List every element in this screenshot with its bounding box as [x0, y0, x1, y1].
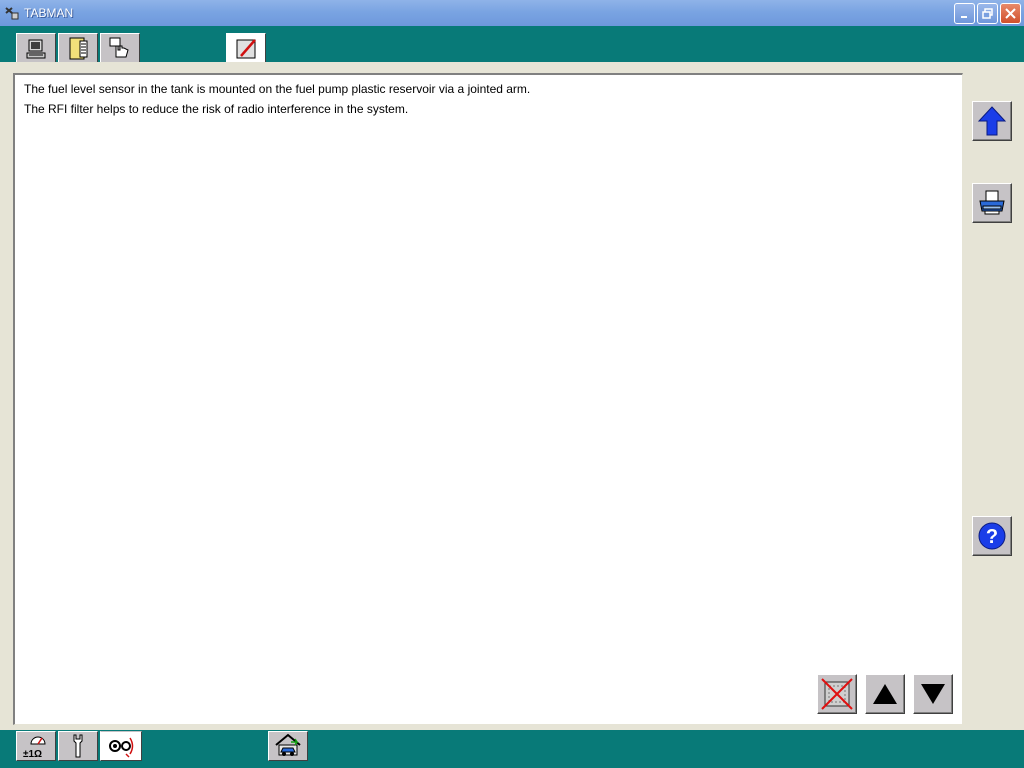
close-icon — [1005, 8, 1016, 19]
title-bar[interactable]: TABMAN — [0, 0, 1024, 26]
meter-resistance-icon: ±1Ω — [23, 736, 46, 759]
cancel-image-button[interactable] — [817, 674, 857, 714]
page-down-button[interactable] — [913, 674, 953, 714]
pencil-edit-icon — [236, 38, 256, 58]
tab-measurements[interactable]: ±1Ω — [16, 731, 56, 761]
triangle-down-icon — [921, 684, 945, 704]
svg-text:±1Ω: ±1Ω — [23, 749, 42, 759]
document-line: The fuel level sensor in the tank is mou… — [24, 82, 531, 96]
bottom-toolbar — [0, 730, 1024, 768]
sensor-signal-icon — [109, 737, 134, 758]
printer-icon — [979, 190, 1005, 215]
tab-sensors[interactable] — [100, 731, 142, 761]
cancel-image-icon — [821, 678, 853, 710]
svg-text:?: ? — [986, 526, 998, 548]
window-title: TABMAN — [24, 6, 74, 20]
restore-button[interactable] — [977, 3, 998, 24]
hand-pointer-icon — [109, 37, 129, 57]
minimize-button[interactable] — [954, 3, 975, 24]
close-button[interactable] — [1000, 3, 1021, 24]
restore-icon — [982, 8, 993, 19]
minimize-icon — [960, 15, 967, 18]
print-button[interactable] — [972, 183, 1012, 223]
document-icon — [69, 37, 88, 59]
arrow-up-icon — [977, 106, 1007, 136]
computer-icon — [26, 39, 46, 58]
help-icon: ? — [978, 522, 1006, 550]
app-window: TABMAN The fuel level sensor in the tank… — [0, 0, 1024, 768]
tab-hand-pointer[interactable] — [100, 33, 140, 63]
car-home-icon — [275, 733, 301, 756]
back-up-button[interactable] — [972, 101, 1012, 141]
tab-computer[interactable] — [16, 33, 56, 63]
tab-edit[interactable] — [226, 33, 266, 63]
document-view[interactable]: The fuel level sensor in the tank is mou… — [13, 73, 963, 725]
tab-document[interactable] — [58, 33, 98, 63]
tab-tools[interactable] — [58, 731, 98, 761]
app-icon — [5, 7, 19, 20]
help-button[interactable]: ? — [972, 516, 1012, 556]
tab-vehicle-home[interactable] — [268, 731, 308, 761]
page-up-button[interactable] — [865, 674, 905, 714]
window-controls — [954, 3, 1021, 24]
wrench-icon — [73, 734, 83, 758]
document-line: The RFI filter helps to reduce the risk … — [24, 102, 409, 116]
triangle-up-icon — [873, 684, 897, 704]
